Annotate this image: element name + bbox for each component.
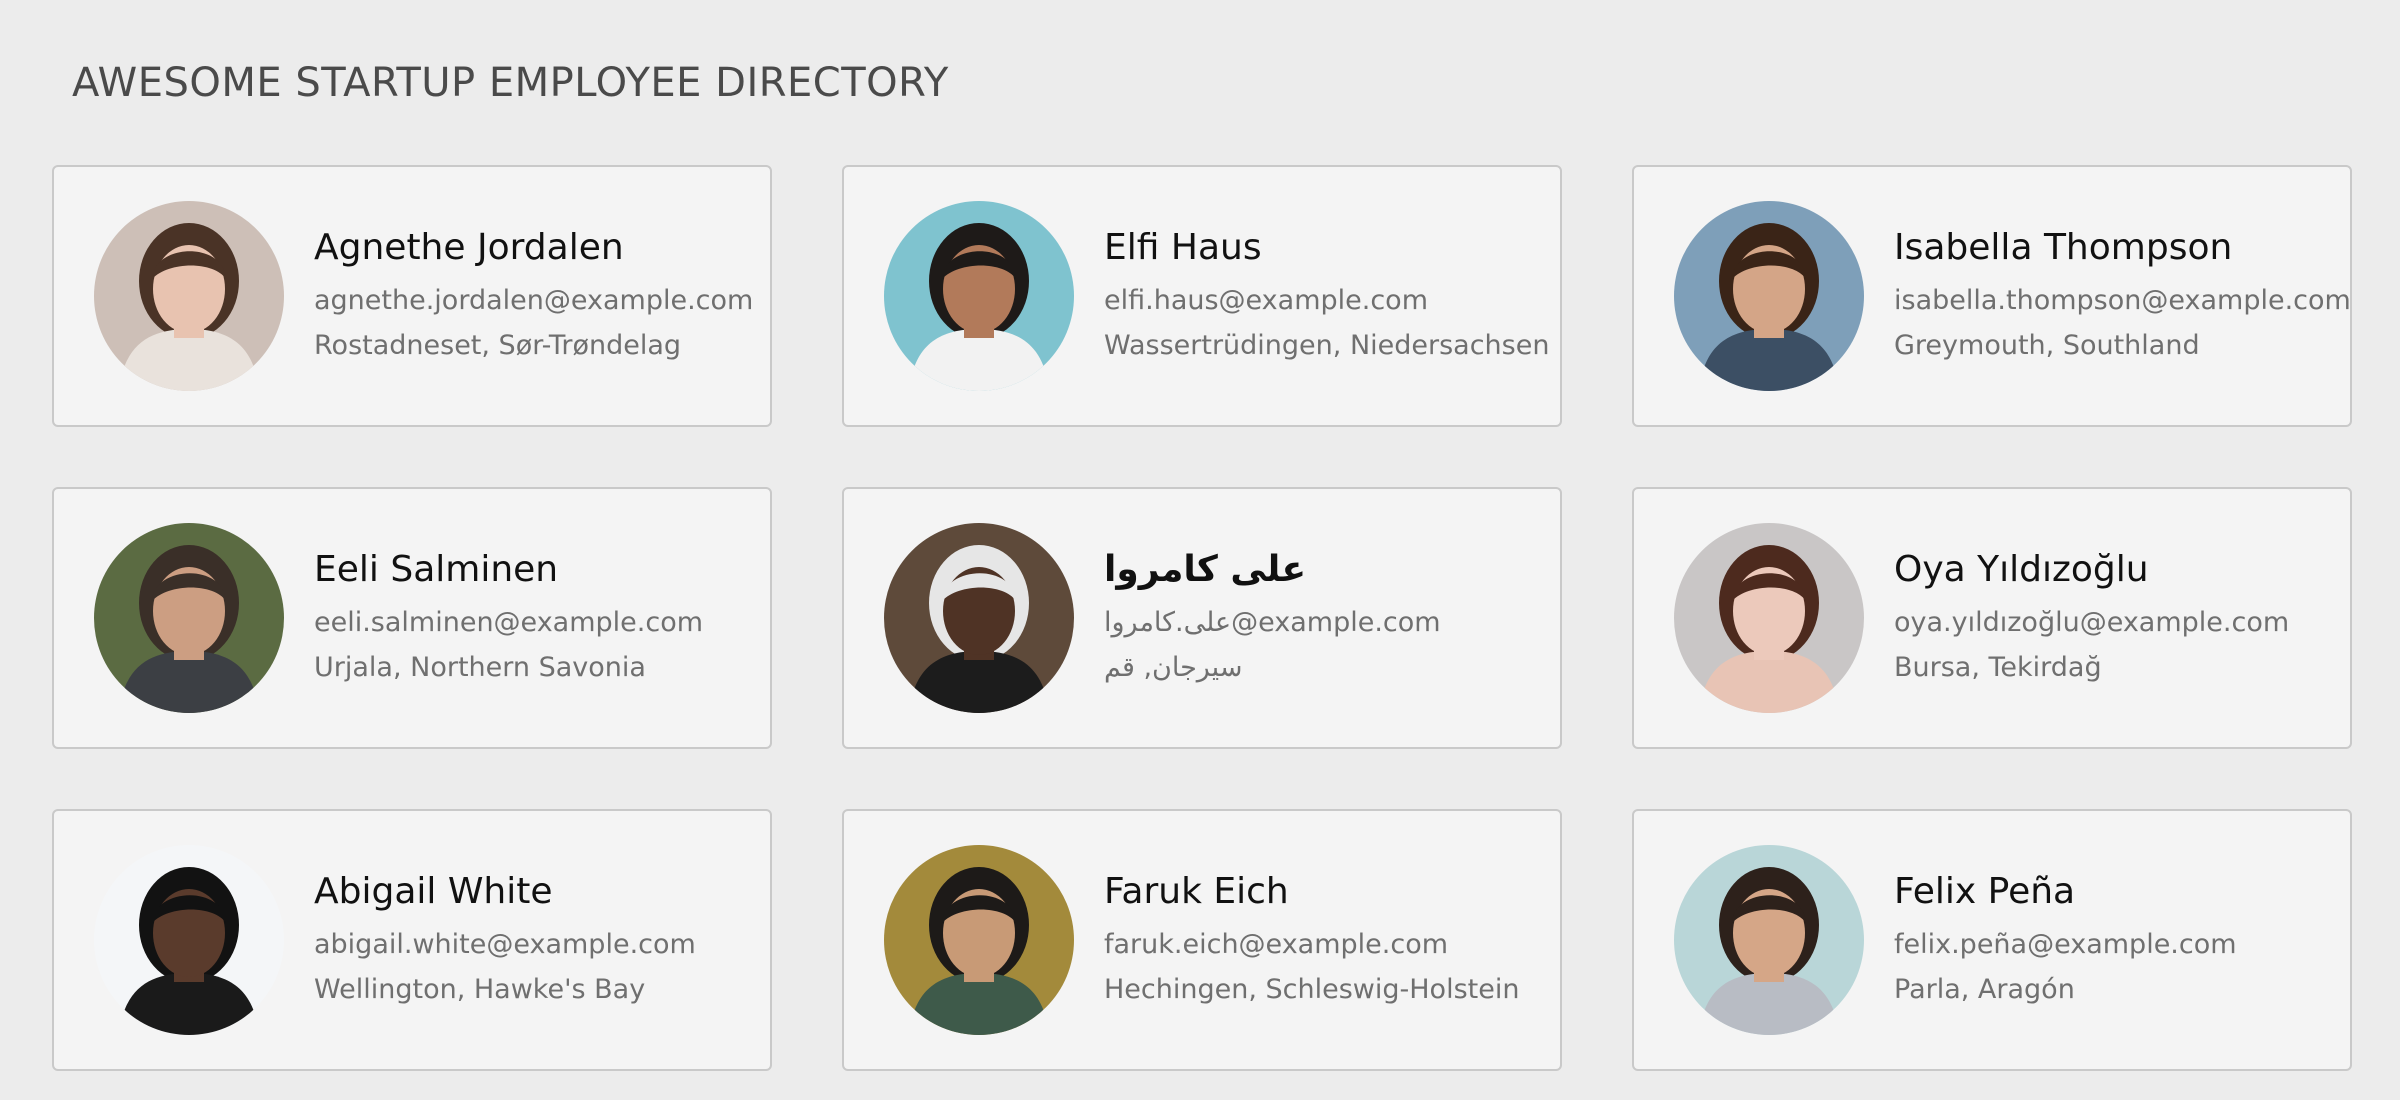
employee-location: Hechingen, Schleswig-Holstein — [1104, 974, 1520, 1005]
avatar — [94, 845, 284, 1035]
employee-name: Isabella Thompson — [1894, 227, 2233, 268]
employee-card[interactable]: Eeli Salminen eeli.salminen@example.com Ur… — [52, 487, 772, 749]
avatar — [1674, 523, 1864, 713]
avatar — [884, 201, 1074, 391]
employee-info: Felix Peña felix.peña@example.com Parla, A… — [1894, 868, 2237, 1012]
employee-card[interactable]: Elfi Haus elfi.haus@example.com Wassertrüd… — [842, 165, 1562, 427]
employee-location: Greymouth, Southland — [1894, 330, 2200, 361]
employee-email: elfi.haus@example.com — [1104, 285, 1428, 316]
employee-email: oya.yıldızoğlu@example.com — [1894, 607, 2290, 638]
employee-name: Faruk Eich — [1104, 871, 1289, 912]
employee-location: Urjala, Northern Savonia — [314, 652, 646, 683]
employee-name: علی کامروا — [1104, 549, 1307, 590]
employee-card[interactable]: Abigail White abigail.white@example.com We… — [52, 809, 772, 1071]
employee-info: Agnethe Jordalen agnethe.jordalen@example… — [314, 224, 753, 368]
employee-email: eeli.salminen@example.com — [314, 607, 704, 638]
employee-location: Parla, Aragón — [1894, 974, 2075, 1005]
employee-email: علی.کامروا@example.com — [1104, 607, 1441, 638]
employee-email: agnethe.jordalen@example.com — [314, 285, 754, 316]
page-title: AWESOME STARTUP EMPLOYEE DIRECTORY — [72, 60, 949, 106]
avatar — [884, 845, 1074, 1035]
employee-card[interactable]: Isabella Thompson isabella.thompson@examp… — [1632, 165, 2352, 427]
employee-card[interactable]: Faruk Eich faruk.eich@example.com Hechinge… — [842, 809, 1562, 1071]
avatar — [1674, 845, 1864, 1035]
employee-info: Oya Yıldızoğlu oya.yıldızoğlu@example.com… — [1894, 546, 2289, 690]
employee-name: Felix Peña — [1894, 871, 2076, 912]
employee-location: Bursa, Tekirdağ — [1894, 652, 2102, 683]
employee-card[interactable]: Felix Peña felix.peña@example.com Parla, A… — [1632, 809, 2352, 1071]
employee-name: Oya Yıldızoğlu — [1894, 549, 2149, 590]
employee-info: علی کامروا علی.کامروا@example.com سیرجان, … — [1104, 546, 1441, 690]
avatar — [94, 523, 284, 713]
avatar — [1674, 201, 1864, 391]
employee-card[interactable]: Agnethe Jordalen agnethe.jordalen@example… — [52, 165, 772, 427]
employee-email: isabella.thompson@example.com — [1894, 285, 2351, 316]
employee-card[interactable]: علی کامروا علی.کامروا@example.com سیرجان, … — [842, 487, 1562, 749]
avatar — [884, 523, 1074, 713]
employee-location: Rostadneset, Sør-Trøndelag — [314, 330, 682, 361]
employee-name: Abigail White — [314, 871, 553, 912]
employee-info: Elfi Haus elfi.haus@example.com Wassertrüd… — [1104, 224, 1549, 368]
employee-grid: Agnethe Jordalen agnethe.jordalen@example… — [52, 165, 2352, 1071]
employee-name: Elfi Haus — [1104, 227, 1262, 268]
employee-info: Eeli Salminen eeli.salminen@example.com Ur… — [314, 546, 703, 690]
employee-location: Wassertrüdingen, Niedersachsen — [1104, 330, 1550, 361]
employee-email: felix.peña@example.com — [1894, 929, 2237, 960]
employee-location: Wellington, Hawke's Bay — [314, 974, 646, 1005]
employee-info: Faruk Eich faruk.eich@example.com Hechinge… — [1104, 868, 1519, 1012]
employee-email: abigail.white@example.com — [314, 929, 696, 960]
employee-info: Isabella Thompson isabella.thompson@examp… — [1894, 224, 2351, 368]
avatar — [94, 201, 284, 391]
employee-info: Abigail White abigail.white@example.com We… — [314, 868, 696, 1012]
employee-email: faruk.eich@example.com — [1104, 929, 1449, 960]
employee-card[interactable]: Oya Yıldızoğlu oya.yıldızoğlu@example.com… — [1632, 487, 2352, 749]
employee-name: Eeli Salminen — [314, 549, 559, 590]
employee-name: Agnethe Jordalen — [314, 227, 624, 268]
employee-location: سیرجان, قم — [1104, 652, 1243, 683]
